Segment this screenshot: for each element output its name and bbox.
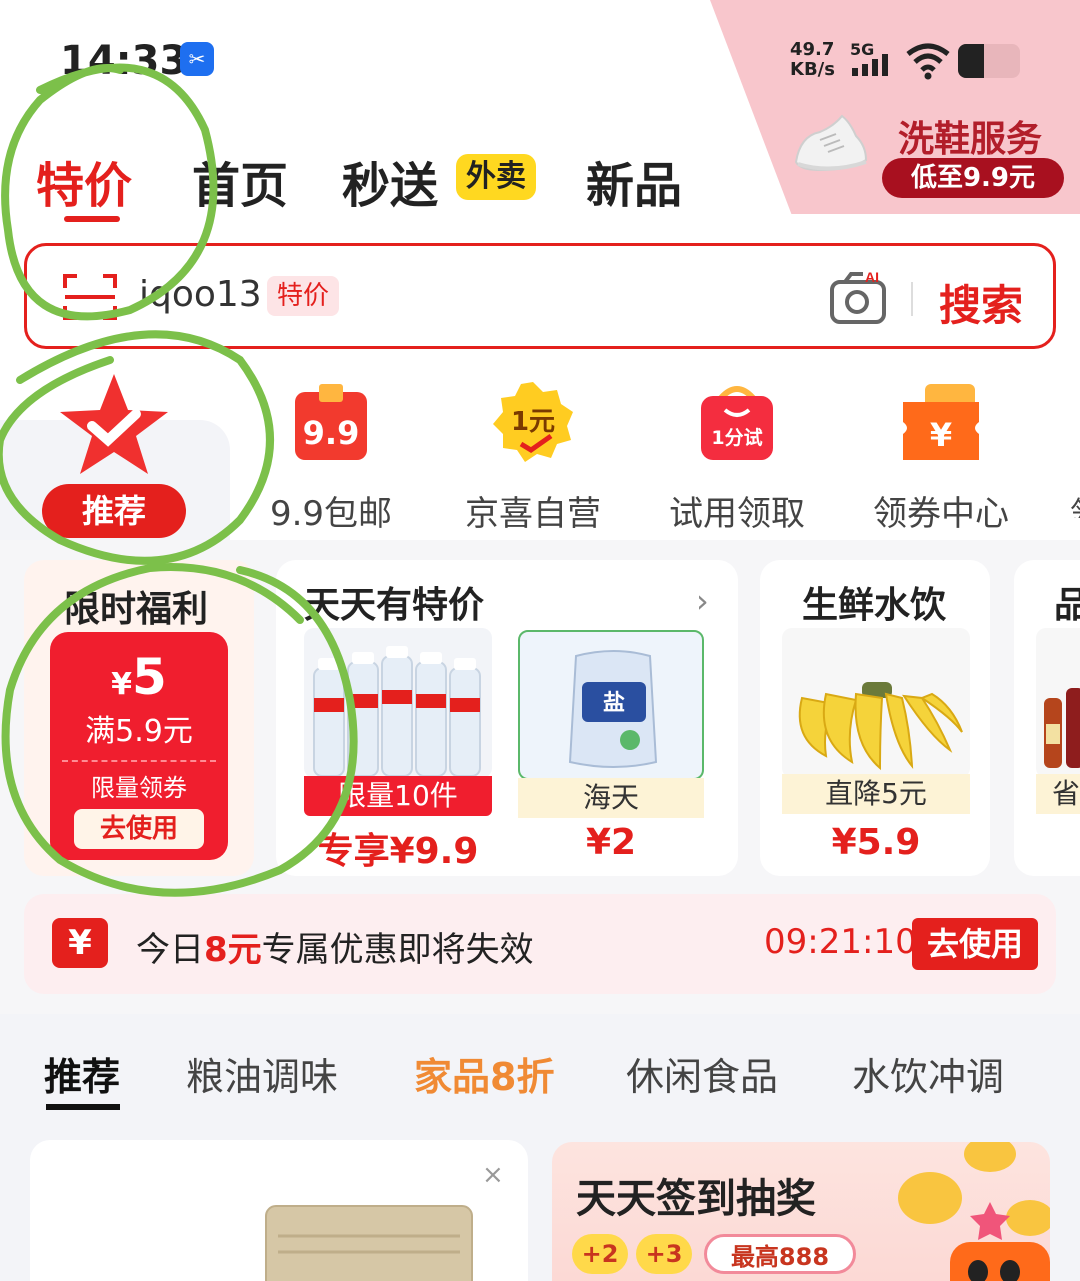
page: 14:33 ✂ 49.7 KB/s 5G 洗鞋服务 低至9.9元 特价 首页 秒… [0, 0, 1080, 1281]
chevron-right-icon[interactable]: › [696, 582, 709, 620]
corner-promo-title[interactable]: 洗鞋服务 [898, 110, 1042, 162]
salt-product-price: ¥2 [585, 822, 637, 863]
coupon-amount: ¥5 [111, 648, 167, 706]
salt-product-tag: 海天 [518, 778, 704, 818]
camera-ai-icon[interactable]: AI [829, 268, 889, 326]
net-speed-value: 49.7 [790, 39, 835, 60]
category-jingxi[interactable]: 1元 京喜自营 [458, 380, 608, 535]
feed-tab-snacks[interactable]: 休闲食品 [626, 1046, 778, 1101]
water-product-tag: 限量10件 [304, 776, 492, 816]
category-trial-label: 试用领取 [669, 494, 805, 534]
search-bar[interactable]: iqoo13 特价 AI 搜索 [24, 243, 1056, 349]
coupon-divider [62, 760, 216, 762]
tab-tejia[interactable]: 特价 [36, 146, 132, 216]
category-coupon-label: 领券中心 [873, 494, 1009, 534]
search-divider [911, 282, 913, 316]
feed-tab-recommend[interactable]: 推荐 [44, 1046, 120, 1101]
search-tag: 特价 [267, 276, 340, 316]
feed-tab-grain-oil[interactable]: 粮油调味 [186, 1046, 338, 1101]
category-recommend[interactable]: 推荐 [42, 484, 186, 538]
corner-promo-subtitle[interactable]: 低至9.9元 [882, 158, 1064, 198]
svg-text:1元: 1元 [511, 407, 555, 437]
coupon-condition: 满5.9元 [85, 714, 193, 749]
coupon-expiry-notice[interactable]: ¥ 今日8元专属优惠即将失效 09:21:10 去使用 [24, 894, 1056, 994]
category-trial[interactable]: 1分试 试用领取 [662, 380, 812, 535]
tab-miaosong[interactable]: 秒送 [342, 146, 438, 216]
tab-new[interactable]: 新品 [586, 146, 682, 216]
status-time: 14:33 [60, 38, 188, 84]
notice-use-button[interactable]: 去使用 [912, 918, 1038, 970]
feed-tab-indicator [46, 1104, 120, 1110]
notice-countdown: 09:21:10 [764, 922, 917, 962]
banana-product-image[interactable] [782, 628, 970, 778]
coupon-center-icon: ¥ [903, 384, 979, 460]
bag-99-icon: 9.9 [295, 384, 367, 460]
category-coupon[interactable]: ¥ 领券中心 [866, 380, 1016, 535]
water-product-image[interactable] [304, 628, 492, 778]
active-tab-indicator [64, 216, 120, 222]
scan-icon[interactable] [61, 270, 119, 324]
one-yuan-icon: 1元 [493, 382, 573, 462]
banana-product-price: ¥5.9 [831, 822, 921, 863]
coupon-limit: 限量领券 [91, 774, 187, 802]
checkin-chip-2: +2 [572, 1234, 628, 1274]
svg-text:盐: 盐 [603, 691, 625, 716]
checkin-title: 天天签到抽奖 [576, 1176, 816, 1222]
welfare-title: 限时福利 [64, 589, 209, 630]
waimai-badge: 外卖 [456, 154, 536, 200]
signal-icon [852, 54, 888, 76]
daily-deals-title: 天天有特价 [304, 585, 485, 626]
tab-home[interactable]: 首页 [192, 146, 288, 216]
coins-decoration-icon [898, 1142, 1050, 1281]
app-notification-icon: ✂ [180, 42, 214, 76]
checkin-chip-3: +3 [636, 1234, 692, 1274]
checkin-lottery-card[interactable]: 天天签到抽奖 +2 +3 最高888 [552, 1142, 1050, 1281]
battery-icon [958, 44, 1020, 78]
category-99[interactable]: 9.9 9.9包邮 [256, 380, 406, 535]
drink-product-image[interactable] [1036, 628, 1080, 778]
trial-bag-icon: 1分试 [701, 386, 773, 460]
net-speed-unit: KB/s [790, 59, 835, 80]
shoe-icon [794, 114, 868, 172]
wallet-product-image [265, 1205, 473, 1281]
wifi-icon [906, 43, 950, 80]
salt-product-image[interactable]: 盐 [518, 630, 704, 780]
svg-text:1分试: 1分试 [711, 427, 762, 449]
fourth-card-title: 品 [1054, 585, 1080, 626]
category-jingxi-label: 京喜自营 [465, 494, 601, 534]
feed-product-card[interactable] [30, 1140, 528, 1281]
water-product-price: 专享¥9.9 [317, 831, 479, 872]
search-button[interactable]: 搜索 [939, 272, 1023, 333]
feed-tab-home-goods[interactable]: 家品8折 [414, 1046, 554, 1101]
svg-text:¥: ¥ [930, 416, 952, 454]
fresh-title: 生鲜水饮 [802, 585, 947, 626]
drink-product-tag: 省 [1036, 774, 1080, 814]
star-check-icon[interactable] [58, 372, 170, 476]
yuan-coupon-icon: ¥ [52, 918, 108, 968]
status-bar: 14:33 ✂ 49.7 KB/s 5G [0, 0, 1080, 110]
category-more-partial: 领 [1070, 488, 1080, 518]
close-icon[interactable]: × [482, 1160, 504, 1190]
svg-text:9.9: 9.9 [303, 414, 360, 452]
checkin-max-chip: 最高888 [704, 1234, 856, 1274]
banana-product-tag: 直降5元 [782, 774, 970, 814]
coupon-use-button[interactable]: 去使用 [74, 809, 204, 849]
notice-text: 今日8元专属优惠即将失效 [136, 930, 534, 970]
net-speed: 49.7 KB/s [790, 40, 835, 80]
feed-tab-drinks[interactable]: 水饮冲调 [852, 1046, 1004, 1101]
ai-label: AI [865, 269, 879, 285]
welfare-coupon[interactable]: ¥5 满5.9元 限量领券 去使用 [50, 632, 228, 860]
search-input[interactable]: iqoo13 [139, 274, 262, 315]
category-99-label: 9.9包邮 [269, 494, 393, 534]
